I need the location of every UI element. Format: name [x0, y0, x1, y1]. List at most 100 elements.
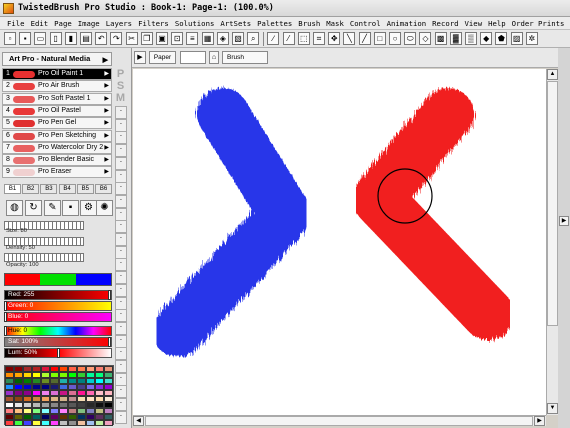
brush-slot-button[interactable]: ·: [115, 169, 127, 183]
paste-icon[interactable]: ▣: [156, 32, 168, 45]
arrow-right-icon[interactable]: ▶: [104, 118, 109, 128]
secondary-color-swatch[interactable]: [40, 274, 76, 285]
sat-knob[interactable]: [108, 337, 111, 347]
tertiary-color-swatch[interactable]: [75, 274, 111, 285]
brush-slot-button[interactable]: ·: [115, 194, 127, 208]
vertical-scroll-thumb[interactable]: [547, 81, 558, 326]
menu-page[interactable]: Page: [51, 17, 75, 29]
doc-icon[interactable]: ▤: [80, 32, 92, 45]
lock-icon[interactable]: ⊡: [171, 32, 184, 45]
arrow-right-icon[interactable]: ▶: [104, 143, 109, 153]
brush-slot-button[interactable]: ·: [115, 131, 127, 145]
brush-slot-button[interactable]: ·: [115, 321, 127, 335]
brush-slot-button[interactable]: ·: [115, 309, 127, 323]
arrow-right-icon[interactable]: ▶: [104, 69, 109, 79]
move-icon[interactable]: ✥: [328, 32, 341, 45]
pen-icon[interactable]: ╲: [343, 32, 356, 45]
page-icon[interactable]: ▯: [49, 32, 62, 45]
brush-dab-icon[interactable]: ◍: [6, 200, 23, 216]
red-slider[interactable]: Red: 255: [4, 290, 112, 300]
tab-b1[interactable]: B1: [4, 184, 21, 194]
menu-control[interactable]: Control: [347, 17, 384, 29]
blue-slider[interactable]: Blue: 0: [4, 312, 112, 322]
brush-item-pro-blender-basic[interactable]: 8 Pro Blender Basic ▶: [2, 154, 112, 167]
palette-swatch[interactable]: [41, 420, 50, 426]
menu-image[interactable]: Image: [75, 17, 103, 29]
paper-preview[interactable]: [180, 51, 206, 64]
brush-icon[interactable]: ∕: [267, 32, 280, 45]
texture-icon[interactable]: ▒: [465, 32, 477, 45]
palette-swatch[interactable]: [59, 420, 68, 426]
tab-b2[interactable]: B2: [22, 184, 40, 194]
lasso-icon[interactable]: ⬭: [404, 32, 417, 45]
lum-knob[interactable]: [57, 348, 60, 358]
tab-b6[interactable]: B6: [95, 184, 112, 194]
arrow-right-icon[interactable]: ▶: [104, 106, 109, 116]
crop-icon[interactable]: ⌗: [313, 32, 325, 45]
ellipse-icon[interactable]: ○: [389, 32, 401, 45]
blue-knob[interactable]: [4, 312, 7, 322]
scroll-up-icon[interactable]: ▲: [547, 69, 558, 80]
mode-s-button[interactable]: S: [114, 80, 127, 92]
book-icon[interactable]: ▮: [64, 32, 77, 45]
brush-slot-button[interactable]: ·: [115, 182, 127, 196]
brush-slot-button[interactable]: ·: [115, 360, 127, 373]
diamond-icon[interactable]: ◆: [480, 32, 493, 45]
menu-view[interactable]: View: [462, 17, 486, 29]
poly-icon[interactable]: ◇: [419, 32, 432, 45]
brush-slot-button[interactable]: ·: [115, 296, 127, 310]
brush-slot-button[interactable]: ·: [115, 410, 127, 424]
scroll-left-icon[interactable]: ◀: [133, 416, 144, 426]
tab-b4[interactable]: B4: [58, 184, 76, 194]
palette-swatch[interactable]: [95, 420, 104, 426]
brush-item-pro-eraser[interactable]: 9 Pro Eraser ▶: [2, 166, 112, 179]
primary-color-swatch[interactable]: [5, 274, 41, 285]
arrow-right-icon[interactable]: ▶: [559, 216, 569, 226]
menu-order-prints[interactable]: Order Prints: [509, 17, 568, 29]
color-swatches[interactable]: [4, 273, 112, 286]
cut-icon[interactable]: ✂: [125, 32, 138, 45]
hue-knob[interactable]: [4, 326, 7, 336]
green-knob[interactable]: [4, 301, 7, 311]
palette-swatch[interactable]: [104, 420, 113, 426]
eyedropper-icon[interactable]: ⁄: [282, 32, 295, 45]
shape-icon[interactable]: ⬟: [495, 32, 508, 45]
redo-icon[interactable]: ↷: [110, 32, 123, 45]
arrow-right-icon[interactable]: ▶: [104, 131, 109, 141]
effect-icon[interactable]: ✲: [525, 32, 538, 45]
pressure-icon[interactable]: ✎: [44, 200, 61, 216]
brush-slot-button[interactable]: ·: [115, 207, 127, 221]
checker-icon[interactable]: ▓: [449, 32, 462, 45]
brush-slot-button[interactable]: ·: [115, 258, 127, 272]
red-knob[interactable]: [108, 290, 111, 300]
scroll-right-icon[interactable]: ▶: [534, 416, 545, 426]
palette-swatch[interactable]: [86, 420, 95, 426]
menu-palettes[interactable]: Palettes: [254, 17, 295, 29]
arrow-right-icon[interactable]: ▶: [104, 81, 109, 91]
brush-set-selector[interactable]: Art Pro - Natural Media ▶: [2, 52, 112, 66]
palette-swatch[interactable]: [14, 420, 23, 426]
brush-slot-button[interactable]: ·: [115, 245, 127, 259]
brush-item-pro-air-brush[interactable]: 2 Pro Air Brush ▶: [2, 80, 112, 93]
menu-filters[interactable]: Filters: [135, 17, 172, 29]
new-icon[interactable]: ▫: [4, 32, 16, 45]
mouse-icon[interactable]: ⌂: [209, 51, 219, 64]
gradient-icon[interactable]: ▨: [510, 32, 523, 45]
palette-swatch[interactable]: [23, 420, 32, 426]
menu-brush[interactable]: Brush: [295, 17, 323, 29]
horizontal-scroll-thumb[interactable]: [145, 416, 533, 426]
menu-file[interactable]: File: [4, 17, 28, 29]
palette-swatch[interactable]: [32, 420, 41, 426]
brush-item-pro-pen-sketching[interactable]: 6 Pro Pen Sketching ▶: [2, 129, 112, 142]
brush-slot-button[interactable]: ·: [115, 233, 127, 246]
layers-icon[interactable]: ≡: [186, 32, 199, 45]
brush-slot-button[interactable]: ·: [115, 385, 127, 399]
mode-p-button[interactable]: P: [114, 68, 127, 80]
line-icon[interactable]: ╱: [358, 32, 371, 45]
palette-swatch[interactable]: [77, 420, 86, 426]
brush-slot-button[interactable]: ·: [115, 106, 127, 119]
brush-item-pro-oil-paint-1[interactable]: 1 Pro Oil Paint 1 ▶: [2, 68, 112, 80]
arrow-right-icon[interactable]: ▶: [104, 167, 109, 177]
pattern-icon[interactable]: ▩: [434, 32, 447, 45]
menu-animation[interactable]: Animation: [384, 17, 430, 29]
